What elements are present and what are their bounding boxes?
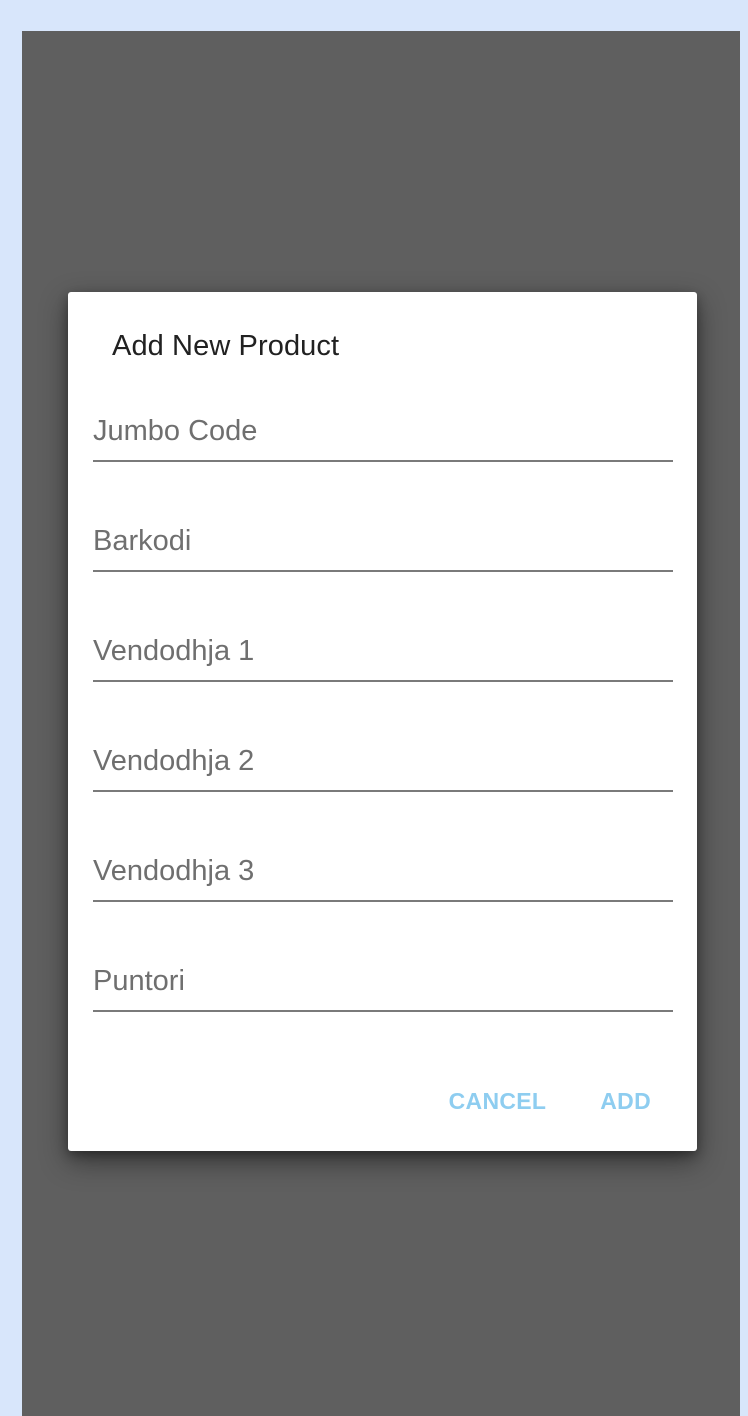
dialog-title: Add New Product <box>112 330 340 362</box>
jumbo-code-input[interactable] <box>93 408 673 462</box>
cancel-button[interactable]: CANCEL <box>433 1082 563 1121</box>
vendodhja-3-input[interactable] <box>93 848 673 902</box>
dialog-actions: CANCEL ADD <box>433 1082 667 1121</box>
barkodi-input[interactable] <box>93 518 673 572</box>
add-product-dialog: Add New Product CANCEL ADD <box>68 292 697 1151</box>
screen-backdrop: Add New Product CANCEL ADD <box>22 31 740 1416</box>
puntori-input[interactable] <box>93 958 673 1012</box>
vendodhja-2-input[interactable] <box>93 738 673 792</box>
vendodhja-1-input[interactable] <box>93 628 673 682</box>
add-button[interactable]: ADD <box>584 1082 667 1121</box>
